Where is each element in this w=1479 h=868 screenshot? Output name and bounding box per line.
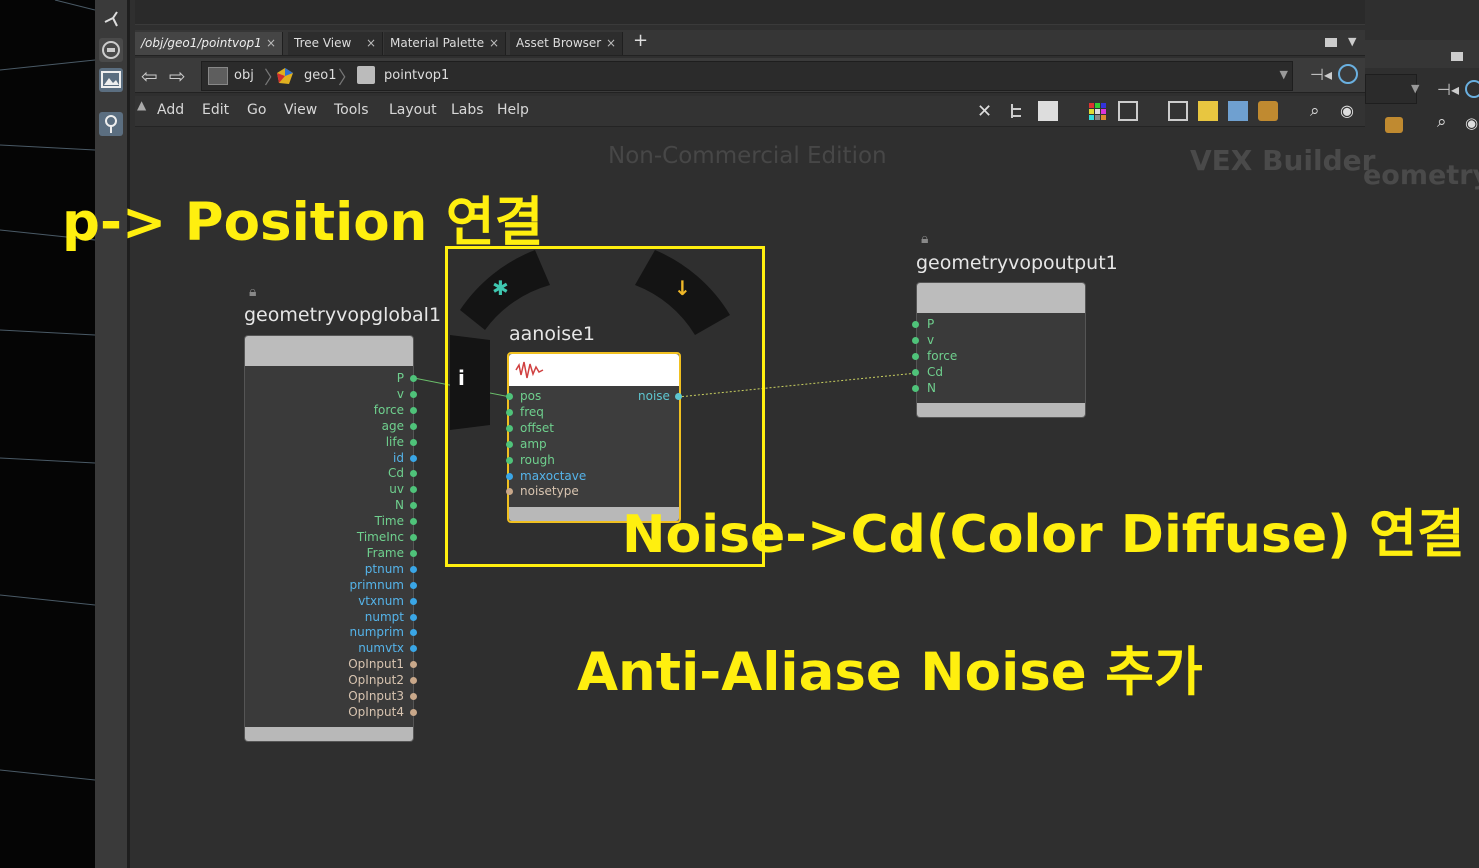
- port-label: primnum: [349, 577, 404, 592]
- port-input[interactable]: [912, 352, 919, 360]
- node-footer[interactable]: [917, 403, 1085, 417]
- port-output[interactable]: [410, 565, 417, 573]
- lock-icon[interactable]: 🔒︎: [921, 231, 935, 247]
- port-label: Cd: [927, 364, 943, 379]
- port-label: force: [927, 348, 958, 363]
- lock-icon[interactable]: 🔒︎: [249, 284, 263, 300]
- port-output[interactable]: [410, 581, 417, 589]
- annotation-aanoise-added: Anti-Aliase Noise 추가: [577, 642, 1203, 703]
- port-label: uv: [389, 482, 404, 497]
- port-input[interactable]: [912, 368, 919, 376]
- port-output[interactable]: [410, 613, 417, 621]
- port-input[interactable]: [912, 321, 919, 328]
- port-label: numpt: [364, 609, 404, 624]
- port-label: Frame: [366, 545, 404, 560]
- port-output[interactable]: [410, 549, 417, 557]
- node-header[interactable]: [245, 336, 413, 366]
- port-output[interactable]: [410, 693, 417, 700]
- port-output[interactable]: [410, 375, 417, 382]
- port-output[interactable]: [410, 438, 417, 446]
- node-footer[interactable]: [245, 727, 413, 741]
- port-label: OpInput1: [348, 657, 404, 672]
- port-label: numprim: [349, 625, 404, 640]
- port-input[interactable]: [912, 336, 919, 344]
- port-output[interactable]: [410, 597, 417, 605]
- port-output[interactable]: [410, 422, 417, 430]
- port-label: vtxnum: [358, 593, 404, 608]
- node-name-output[interactable]: geometryvopoutput1: [916, 252, 1118, 274]
- port-output[interactable]: [410, 390, 417, 398]
- port-output[interactable]: [410, 708, 417, 716]
- port-label: OpInput4: [348, 704, 404, 719]
- port-label: Time: [374, 514, 404, 529]
- port-label: numvtx: [358, 641, 404, 656]
- port-label: force: [373, 402, 404, 417]
- port-label: Cd: [388, 466, 404, 481]
- port-label: P: [396, 371, 404, 385]
- port-input[interactable]: [912, 384, 919, 392]
- port-label: TimeInc: [356, 530, 404, 544]
- port-label: life: [385, 434, 404, 449]
- port-label: N: [395, 498, 404, 513]
- port-output[interactable]: [410, 534, 417, 541]
- annotation-noise-cd-link: Noise->Cd(Color Diffuse) 연결: [622, 505, 1465, 565]
- port-label: age: [381, 418, 404, 433]
- port-label: v: [396, 386, 404, 401]
- port-output[interactable]: [410, 454, 417, 462]
- node-name-global[interactable]: geometryvopglobal1: [244, 304, 441, 326]
- port-label: N: [927, 380, 936, 395]
- port-label: P: [927, 317, 935, 331]
- annotation-position-link: p-> Position 연결: [62, 192, 544, 253]
- port-label: v: [927, 332, 935, 347]
- port-label: OpInput3: [348, 689, 404, 703]
- port-label: id: [393, 450, 404, 465]
- port-label: OpInput2: [348, 673, 404, 688]
- port-output[interactable]: [410, 406, 417, 414]
- port-label: ptnum: [364, 561, 404, 576]
- node-header[interactable]: [917, 283, 1085, 313]
